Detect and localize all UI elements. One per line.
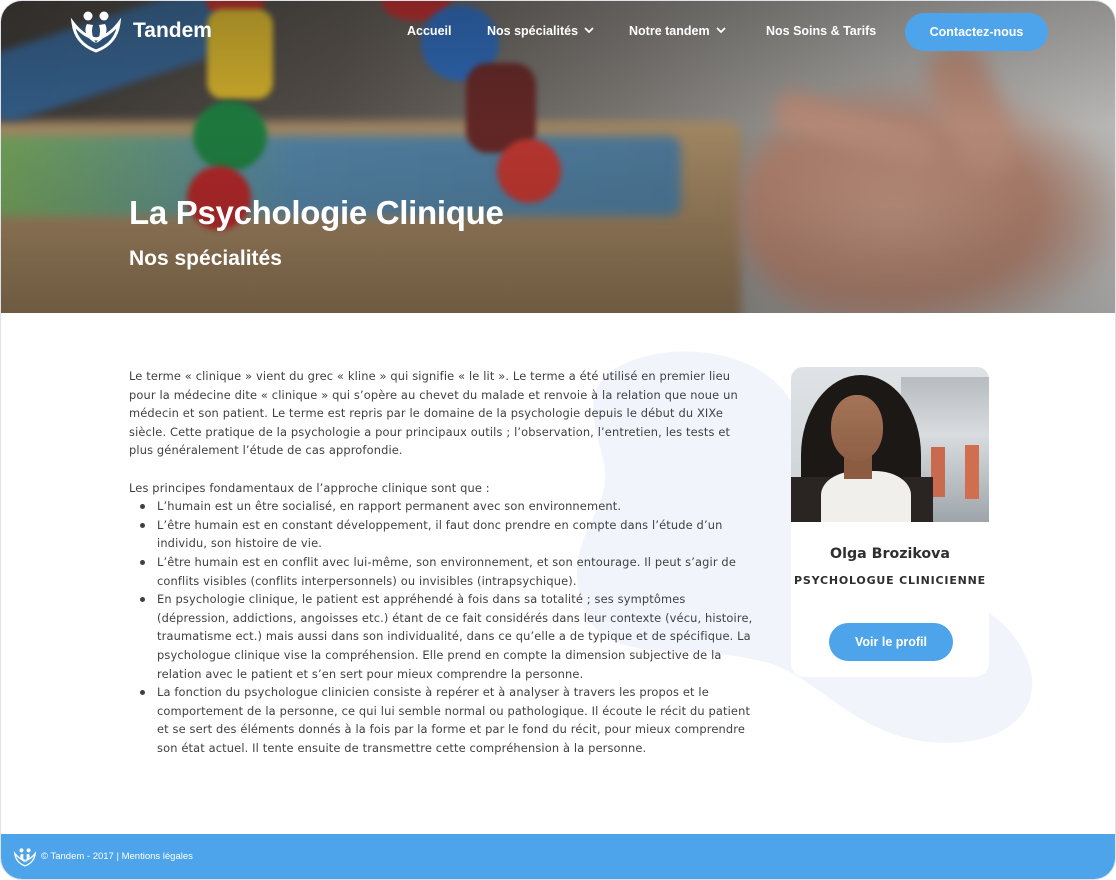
nav-item-accueil[interactable]: Accueil [407, 24, 451, 38]
profile-name: Olga Brozikova [830, 546, 950, 562]
view-profile-button[interactable]: Voir le profil [829, 623, 953, 661]
principles-list: L’humain est un être socialisé, en rappo… [129, 497, 757, 757]
profile-card: Olga Brozikova PSYCHOLOGUE CLINICIENNE V… [791, 367, 989, 677]
list-item: L’être humain est en constant développem… [140, 516, 757, 553]
brand-logo[interactable]: Tandem [69, 9, 212, 53]
profile-role: PSYCHOLOGUE CLINICIENNE [794, 574, 986, 587]
list-item: La fonction du psychologue clinicien con… [140, 683, 757, 757]
nav-item-notre-tandem[interactable]: Notre tandem [629, 24, 726, 38]
list-item: L’humain est un être socialisé, en rappo… [140, 497, 757, 516]
page-subtitle: Nos spécialités [129, 247, 282, 270]
main-navigation: Tandem Accueil Nos spécialités Notre tan… [1, 1, 1115, 65]
page-title: La Psychologie Clinique [129, 194, 504, 231]
contact-button[interactable]: Contactez-nous [905, 13, 1048, 51]
nav-item-specialites[interactable]: Nos spécialités [487, 24, 594, 38]
principles-lead: Les principes fondamentaux de l’approche… [129, 480, 490, 495]
list-item: En psychologie clinique, le patient est … [140, 590, 757, 683]
article-intro: Le terme « clinique » vient du grec « kl… [129, 369, 738, 458]
chevron-down-icon [715, 24, 726, 36]
portrait-photo [791, 367, 989, 522]
brand-name: Tandem [133, 19, 212, 42]
article-content: Le terme « clinique » vient du grec « kl… [129, 367, 757, 757]
list-item: L’être humain est en conflit avec lui-mê… [140, 553, 757, 590]
tandem-logo-icon [13, 848, 37, 867]
page: Tandem Accueil Nos spécialités Notre tan… [0, 0, 1116, 880]
legal-notice-link[interactable]: Mentions légales [122, 851, 193, 862]
chevron-down-icon [584, 24, 594, 36]
hero-banner: Tandem Accueil Nos spécialités Notre tan… [1, 1, 1115, 313]
footer: © Tandem - 2017 | Mentions légales [1, 834, 1115, 879]
nav-item-soins-tarifs[interactable]: Nos Soins & Tarifs [766, 24, 876, 38]
footer-copyright: © Tandem - 2017 | Mentions légales [41, 851, 193, 862]
tandem-logo-icon [70, 11, 122, 53]
